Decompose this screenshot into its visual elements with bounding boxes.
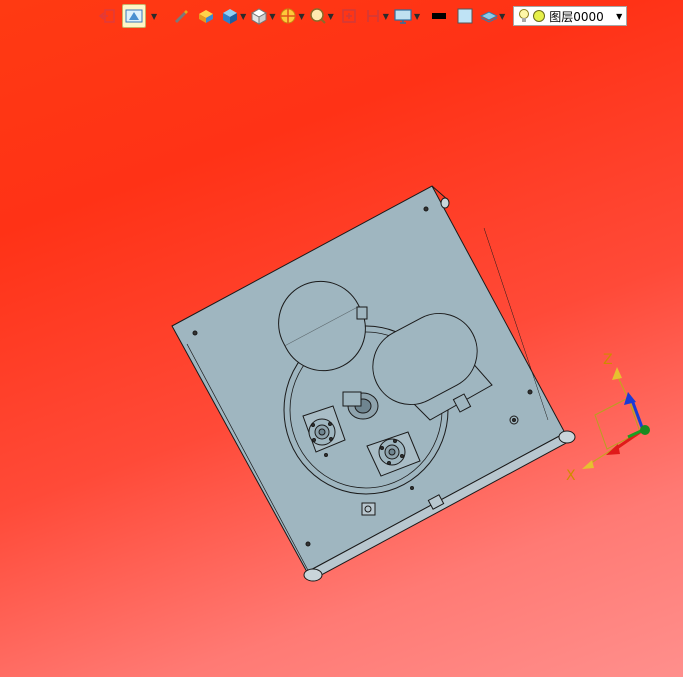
exit-sketch-icon: [98, 9, 115, 23]
fit-view-icon: [342, 9, 356, 23]
mechanical-part[interactable]: [171, 185, 576, 582]
foot: [558, 430, 576, 444]
x-axis-label: X: [566, 468, 576, 484]
layer-color-dot-icon[interactable]: [532, 9, 546, 23]
render-style-dropdown[interactable]: ▼: [151, 12, 157, 21]
pen-button[interactable]: [169, 5, 191, 27]
cube-white-button[interactable]: ▼: [250, 5, 275, 27]
toolbar: ▼ ▼ ▼ ▼ ▼ ▼ ▼ ▼ 图层0000 ▼: [96, 4, 628, 28]
ortho-view-button[interactable]: ▼: [364, 5, 389, 27]
foot: [303, 568, 323, 582]
box-solid-button[interactable]: [195, 5, 217, 27]
connector-block: [361, 502, 376, 516]
section-view-icon: [280, 8, 296, 24]
display-button[interactable]: ▼: [393, 5, 420, 27]
fill-color-button[interactable]: [454, 5, 476, 27]
display-icon: [394, 9, 412, 24]
line-color-button[interactable]: [428, 5, 450, 27]
fill-color-swatch: [457, 8, 473, 24]
fit-view-button[interactable]: [338, 5, 360, 27]
line-color-swatch: [432, 13, 447, 19]
cube-blue-button[interactable]: ▼: [221, 5, 246, 27]
render-style-button[interactable]: [122, 4, 146, 28]
z-axis-label: Z: [603, 352, 613, 368]
axis-triad: Z X: [566, 352, 650, 484]
layer-select[interactable]: 图层0000 ▼: [513, 6, 628, 26]
layer-icon: [480, 11, 499, 23]
chevron-down-icon: ▼: [616, 11, 623, 21]
lightbulb-icon[interactable]: [518, 8, 530, 24]
box-solid-icon: [199, 10, 214, 23]
zoom-icon: [309, 8, 326, 24]
layer-name: 图层0000: [549, 9, 604, 24]
ortho-view-icon: [367, 10, 379, 22]
graphics-viewport[interactable]: Z X: [0, 30, 683, 677]
pen-icon: [175, 10, 189, 23]
cube-blue-icon: [223, 9, 238, 24]
z-axis-arrow: [612, 367, 622, 380]
section-view-button[interactable]: ▼: [279, 5, 305, 27]
zoom-button[interactable]: ▼: [309, 5, 334, 27]
cube-white-icon: [251, 8, 268, 25]
exit-sketch-button[interactable]: [96, 5, 118, 27]
origin-dot: [640, 425, 650, 435]
layer-button[interactable]: ▼: [480, 5, 505, 27]
render-style-icon: [125, 9, 143, 23]
